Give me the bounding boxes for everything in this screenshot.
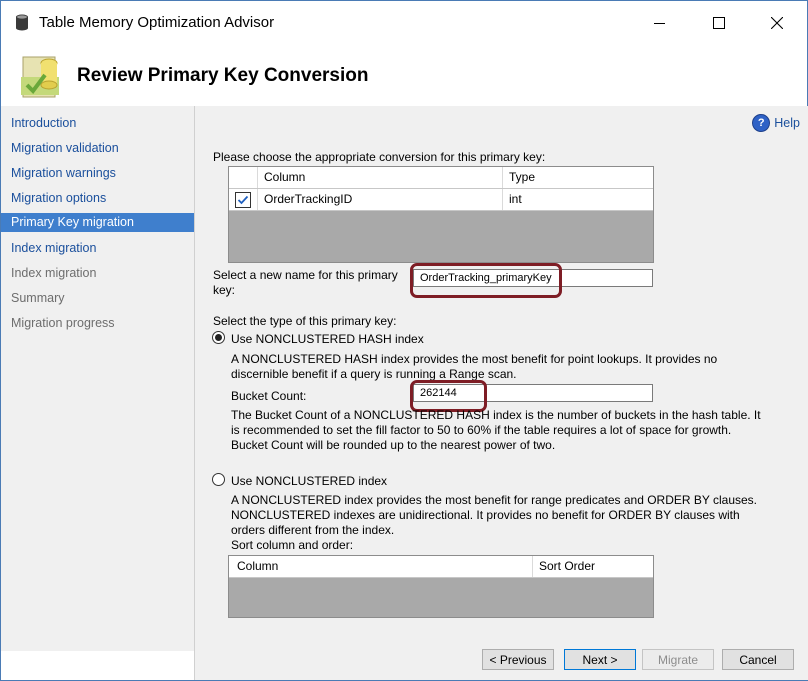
page-header-title: Review Primary Key Conversion	[77, 65, 369, 86]
hash-index-radio[interactable]	[212, 331, 225, 344]
row-checkbox[interactable]	[235, 192, 251, 208]
sort-column-label: Sort column and order:	[231, 538, 354, 552]
grid-header-column: Column	[258, 167, 503, 188]
main-panel: ? Help Please choose the appropriate con…	[194, 106, 808, 631]
maximize-button[interactable]	[696, 7, 742, 39]
sort-grid-header-order: Sort Order	[539, 559, 596, 573]
title-bar: Table Memory Optimization Advisor	[1, 1, 807, 45]
grid-header-type: Type	[509, 170, 536, 184]
sidebar-item-migration-options[interactable]: Migration options	[1, 189, 194, 208]
bucket-desc-line2: is recommended to set the fill factor to…	[231, 423, 732, 437]
hash-desc-line1: A NONCLUSTERED HASH index provides the m…	[231, 352, 718, 366]
maximize-icon	[713, 17, 725, 29]
nonclustered-index-radio[interactable]	[212, 473, 225, 486]
hash-index-option-label[interactable]: Use NONCLUSTERED HASH index	[231, 332, 424, 346]
close-icon	[771, 17, 783, 29]
next-button[interactable]: Next >	[564, 649, 636, 670]
row-column-cell: OrderTrackingID	[258, 189, 503, 210]
sort-grid-header-column: Column	[229, 556, 533, 577]
close-button[interactable]	[754, 7, 800, 39]
minimize-icon	[654, 23, 665, 24]
pk-name-label-cont: key:	[213, 283, 236, 297]
bucket-desc-line1: The Bucket Count of a NONCLUSTERED HASH …	[231, 408, 761, 422]
nonclustered-index-option-label[interactable]: Use NONCLUSTERED index	[231, 474, 387, 488]
database-icon	[16, 14, 28, 31]
primary-key-grid: Column Type OrderTrackingID int	[228, 166, 654, 263]
bucket-desc-line3: Bucket Count will be rounded up to the n…	[231, 438, 556, 452]
nonclustered-desc-line1: A NONCLUSTERED index provides the most b…	[231, 493, 758, 507]
sidebar-item-migration-warnings[interactable]: Migration warnings	[1, 164, 194, 183]
help-label: Help	[774, 116, 800, 130]
bucket-count-label: Bucket Count:	[231, 389, 307, 403]
sidebar-item-migration-progress: Migration progress	[11, 316, 115, 330]
pk-name-label: Select a new name for this primary	[213, 268, 398, 282]
wizard-steps-sidebar: Introduction Migration validation Migrat…	[1, 106, 194, 651]
sort-grid-header: Column Sort Order	[229, 556, 653, 578]
minimize-button[interactable]	[637, 7, 683, 39]
table-row[interactable]: OrderTrackingID int	[229, 189, 653, 211]
sidebar-item-migration-validation[interactable]: Migration validation	[1, 139, 194, 158]
sort-order-grid: Column Sort Order	[228, 555, 654, 618]
migrate-button[interactable]: Migrate	[642, 649, 714, 670]
window-title: Table Memory Optimization Advisor	[39, 14, 275, 31]
sidebar-item-summary: Summary	[11, 291, 65, 305]
pk-prompt: Please choose the appropriate conversion…	[213, 150, 546, 164]
wizard-page-icon	[21, 56, 59, 98]
nonclustered-desc-line2: NONCLUSTERED indexes are unidirectional.…	[231, 508, 740, 522]
row-type-cell: int	[509, 192, 522, 206]
nonclustered-desc-line3: orders different from the index.	[231, 523, 395, 537]
checkmark-icon	[237, 195, 249, 205]
sidebar-item-index-migration[interactable]: Index migration	[1, 239, 194, 258]
grid-header: Column Type	[229, 167, 653, 189]
help-link[interactable]: ? Help	[752, 114, 800, 132]
sidebar-item-index-migration-disabled: Index migration	[11, 266, 97, 280]
wizard-footer: < Previous Next > Migrate Cancel	[194, 631, 808, 680]
previous-button[interactable]: < Previous	[482, 649, 554, 670]
pk-type-label: Select the type of this primary key:	[213, 314, 397, 328]
sidebar-item-introduction[interactable]: Introduction	[1, 114, 194, 133]
row-checkbox-cell	[229, 189, 258, 210]
sidebar-item-primary-key-migration[interactable]: Primary Key migration	[1, 213, 194, 232]
cancel-button[interactable]: Cancel	[722, 649, 794, 670]
advisor-window: Table Memory Optimization Advisor Review…	[0, 0, 808, 681]
help-icon: ?	[752, 114, 771, 132]
grid-header-check	[229, 167, 258, 188]
pk-name-highlight	[410, 263, 562, 298]
